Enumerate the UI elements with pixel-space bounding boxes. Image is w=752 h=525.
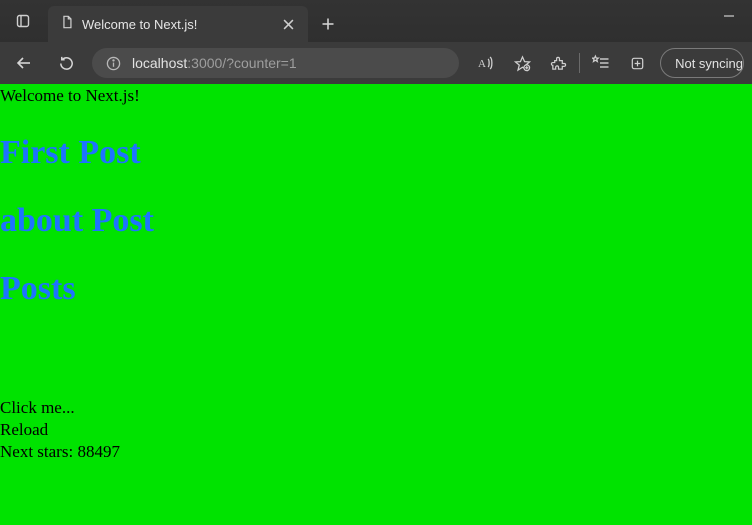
stars-value: 88497 (77, 442, 120, 461)
toolbar-right: A (469, 47, 744, 79)
sync-status-label: Not syncing (675, 56, 743, 71)
address-bar[interactable]: localhost:3000/?counter=1 (92, 48, 459, 78)
titlebar: Welcome to Next.js! (0, 0, 752, 42)
spacer (0, 338, 752, 396)
toolbar-separator (579, 53, 580, 73)
favorites-list-button[interactable] (584, 47, 618, 79)
sync-status-button[interactable]: Not syncing (660, 48, 744, 78)
browser-tab[interactable]: Welcome to Next.js! (48, 6, 308, 42)
read-aloud-button[interactable]: A (469, 47, 503, 79)
page-favicon-icon (60, 15, 74, 34)
svg-text:A: A (478, 58, 486, 70)
page-viewport: Welcome to Next.js! First Post about Pos… (0, 84, 752, 525)
tab-actions-button[interactable] (8, 6, 38, 36)
link-about-post[interactable]: about Post (0, 202, 752, 240)
favorite-button[interactable] (505, 47, 539, 79)
reload-button[interactable]: Reload (0, 420, 752, 440)
extensions-button[interactable] (541, 47, 575, 79)
back-button[interactable] (8, 47, 40, 79)
refresh-button[interactable] (50, 47, 82, 79)
link-first-post[interactable]: First Post (0, 134, 752, 172)
site-info-icon[interactable] (104, 56, 122, 71)
new-tab-button[interactable] (312, 8, 344, 40)
tab-title: Welcome to Next.js! (82, 17, 270, 32)
welcome-text: Welcome to Next.js! (0, 84, 752, 106)
collections-button[interactable] (620, 47, 654, 79)
stars-label: Next stars: (0, 442, 77, 461)
window-minimize-button[interactable] (706, 0, 752, 32)
toolbar: localhost:3000/?counter=1 A (0, 42, 752, 84)
stars-text: Next stars: 88497 (0, 442, 752, 462)
address-host: localhost (132, 55, 187, 71)
click-me-button[interactable]: Click me... (0, 398, 752, 418)
link-posts[interactable]: Posts (0, 270, 752, 308)
window-controls (706, 0, 752, 32)
address-path: :3000/?counter=1 (187, 55, 296, 71)
tab-close-button[interactable] (278, 14, 298, 34)
address-text: localhost:3000/?counter=1 (132, 55, 297, 71)
